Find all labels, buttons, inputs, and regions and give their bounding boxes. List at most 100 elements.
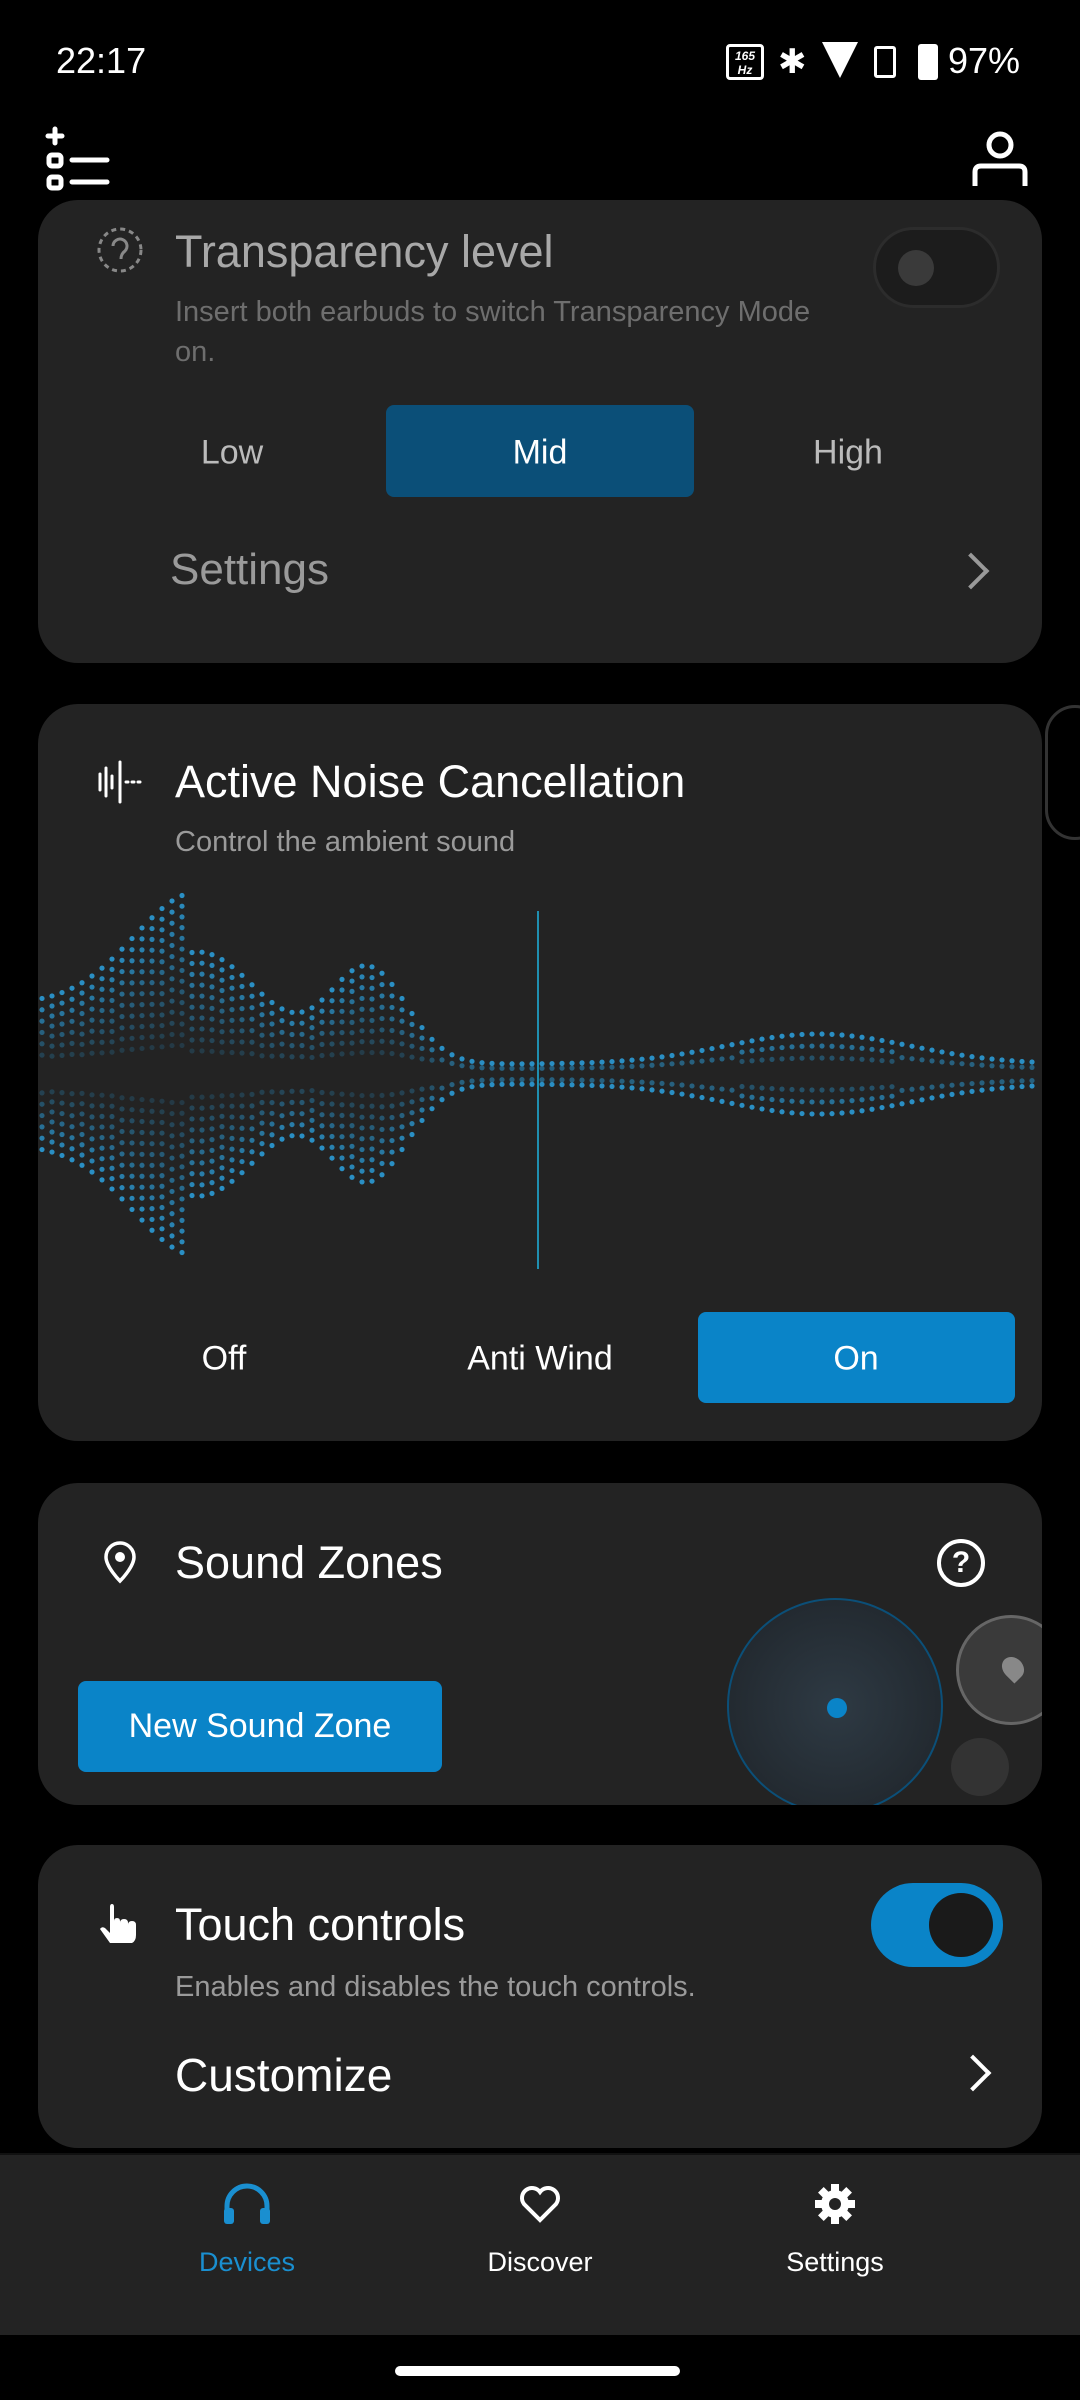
wave-dot [389,1050,395,1057]
wave-dot [169,942,175,949]
wave-dot [139,1151,145,1157]
wave-dot [329,998,335,1004]
level-low[interactable]: Low [201,434,263,473]
profile-icon[interactable] [970,130,1030,188]
wave-dot [269,1099,275,1106]
wave-dot [159,1033,165,1039]
side-handle[interactable] [1045,705,1080,840]
wave-dot [369,1157,375,1163]
wave-dot [789,1086,795,1093]
touch-toggle[interactable] [871,1883,1003,1967]
wave-dot [109,1113,115,1120]
add-list-icon[interactable] [44,125,114,193]
wave-dot [389,993,395,999]
wave-dot [449,1090,455,1096]
wave-dot [729,1087,735,1093]
mode-off[interactable]: Off [202,1340,247,1379]
wave-dot [59,1042,65,1048]
chevron-right-icon[interactable] [952,552,990,590]
wave-dot [89,1114,95,1120]
wave-dot [139,1045,145,1052]
wave-dot [329,1144,335,1150]
wave-dot [769,1045,775,1052]
nav-devices[interactable]: Devices [147,2180,347,2278]
wave-dot [369,996,375,1002]
wave-dot [139,958,145,964]
wave-dot [149,915,155,921]
saved-zone-marker-small[interactable] [951,1738,1009,1796]
wave-dot [199,1037,205,1043]
wave-dot [129,1195,135,1201]
wave-dot [739,1040,745,1046]
transparency-toggle[interactable] [873,227,1000,308]
wave-dot [969,1088,975,1094]
home-indicator[interactable] [395,2366,680,2376]
wave-dot [399,1029,405,1036]
nav-settings[interactable]: Settings [735,2180,935,2278]
wave-dot [219,1124,225,1130]
zone-map-circle[interactable] [727,1598,943,1805]
wave-dot [859,1056,865,1062]
wave-dot [109,987,115,993]
wave-dot [159,1001,165,1007]
wave-dot [139,1195,145,1201]
wave-dot [149,925,155,932]
wave-dot [709,1057,715,1063]
wave-dot [899,1101,905,1107]
help-icon[interactable]: ? [937,1539,985,1587]
wave-dot [909,1056,915,1062]
wave-dot [119,1025,125,1031]
wave-dot [179,989,185,995]
wave-dot [429,1106,435,1112]
wave-dot [69,1007,75,1013]
new-sound-zone-button[interactable]: New Sound Zone [78,1681,442,1772]
wave-dot [179,1217,185,1223]
wave-dot [99,1113,105,1119]
mode-anti-wind[interactable]: Anti Wind [467,1340,613,1379]
wave-dot [369,1146,375,1152]
wave-dot [99,965,105,971]
wave-dot [829,1087,835,1093]
wave-dot [829,1031,835,1037]
wave-dot [649,1080,655,1086]
wave-dot [209,1027,215,1033]
nav-discover[interactable]: Discover [440,2180,640,2278]
wave-dot [349,968,355,974]
wave-dot [169,976,175,982]
level-high[interactable]: High [813,434,883,473]
transparency-settings-link[interactable]: Settings [170,545,329,595]
wave-dot [189,1116,195,1122]
wave-dot [249,1137,255,1143]
wave-dot [159,1226,165,1232]
wave-dot [119,1128,125,1135]
wave-dot [479,1065,485,1071]
wave-dot [99,1156,105,1162]
level-mid[interactable]: Mid [513,434,568,473]
wave-dot [129,1162,135,1168]
wave-dot [169,1122,175,1128]
wave-dot [299,1042,305,1049]
wave-dot [989,1063,995,1069]
wave-dot [79,980,85,986]
wave-dot [769,1085,775,1092]
chevron-right-icon[interactable] [954,2054,992,2092]
saved-zone-marker[interactable] [956,1615,1042,1725]
wave-dot [199,993,205,999]
location-pin-icon [104,1541,136,1584]
wave-dot [329,1030,335,1036]
wave-dot [289,1110,295,1117]
wave-dot [739,1083,745,1090]
wave-dot [169,1199,175,1206]
wave-dot [169,1166,175,1172]
wave-dot [349,1133,355,1139]
wave-dot [109,1144,115,1151]
wave-dot [119,1095,125,1101]
wave-dot [249,993,255,999]
mode-on[interactable]: On [833,1340,878,1379]
wave-dot [269,1021,275,1027]
wave-dot [149,1195,155,1201]
wave-dot [39,1124,45,1130]
customize-link[interactable]: Customize [175,2048,392,2102]
wave-dot [59,1090,65,1096]
wave-dot [869,1057,875,1063]
